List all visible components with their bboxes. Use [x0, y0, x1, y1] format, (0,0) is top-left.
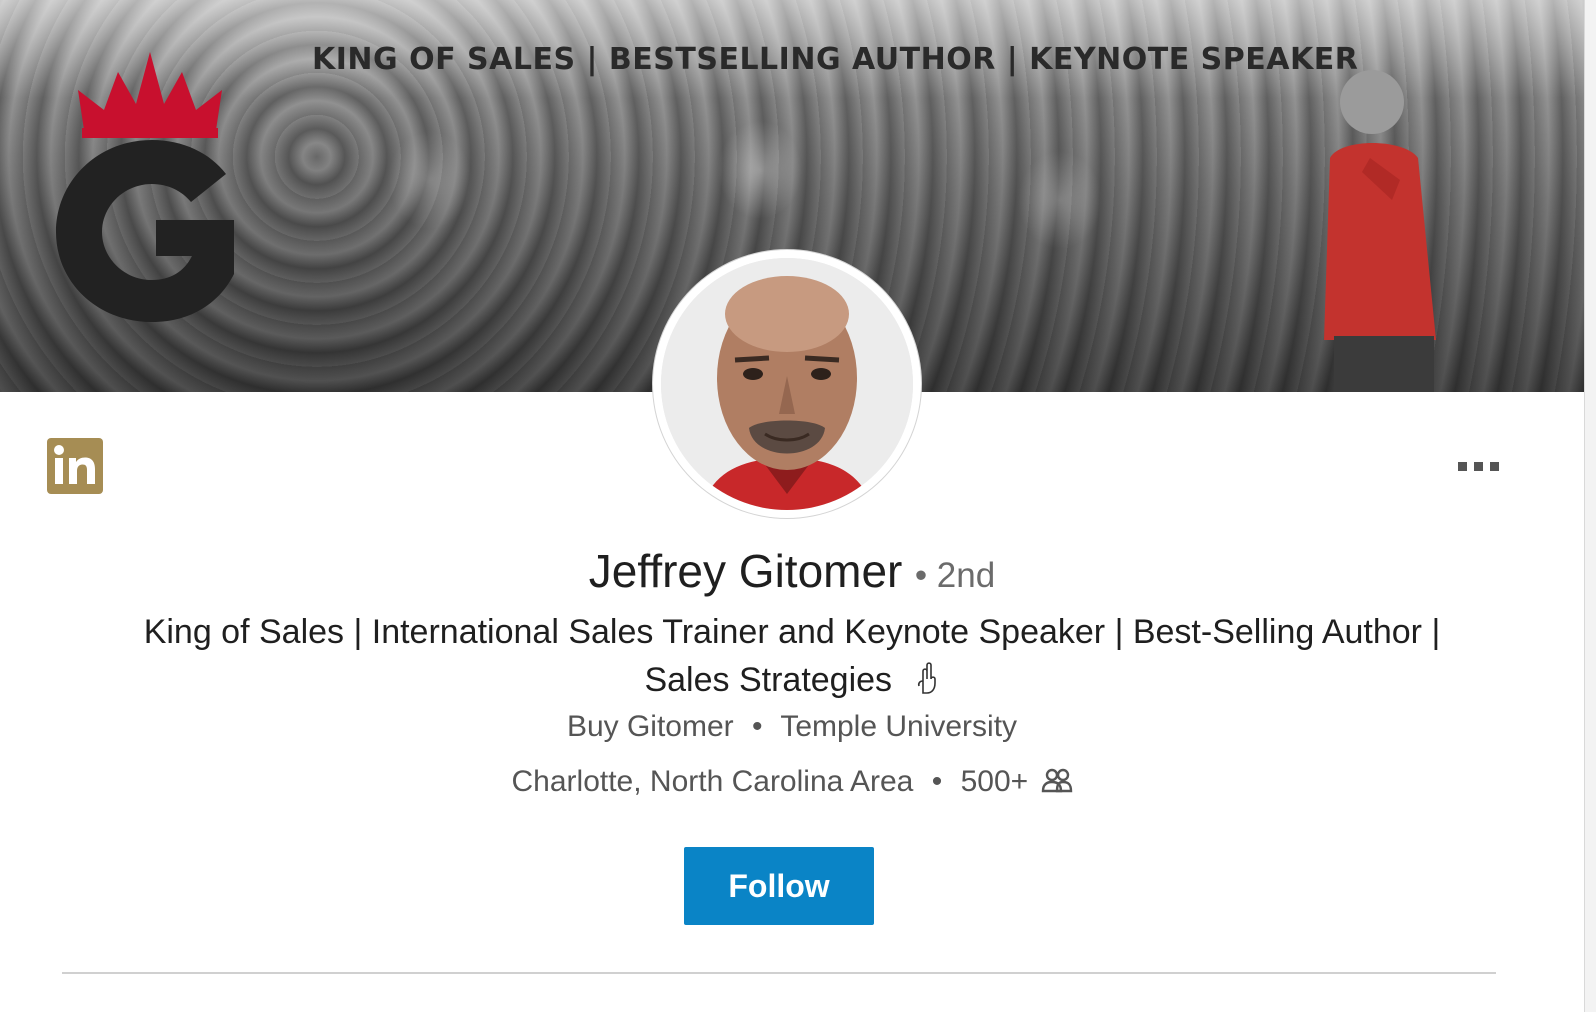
headline-text: King of Sales | International Sales Trai…	[143, 613, 1441, 699]
education[interactable]: Temple University	[780, 710, 1017, 743]
person-portrait	[661, 258, 913, 510]
connection-degree: • 2nd	[914, 556, 996, 595]
connections-count[interactable]: 500+	[961, 765, 1029, 798]
location: Charlotte, North Carolina Area	[511, 765, 914, 798]
avatar	[661, 258, 913, 510]
crowned-g-logo	[56, 52, 234, 322]
banner-tagline: KING OF SALES | BESTSELLING AUTHOR | KEY…	[312, 42, 1359, 77]
dot	[1490, 461, 1499, 471]
name-row: Jeffrey Gitomer • 2nd	[0, 544, 1584, 598]
speaker-figure	[1324, 70, 1436, 392]
dot	[1458, 461, 1467, 471]
location-connections-row: Charlotte, North Carolina Area • 500+	[0, 765, 1584, 799]
linkedin-icon	[47, 438, 103, 494]
current-company[interactable]: Buy Gitomer	[567, 710, 734, 743]
more-options-icon[interactable]	[1458, 458, 1502, 474]
profile-headline: King of Sales | International Sales Trai…	[110, 608, 1474, 704]
bullet-separator: •	[931, 765, 943, 798]
profile-name: Jeffrey Gitomer	[588, 545, 903, 597]
profile-card: KING OF SALES | BESTSELLING AUTHOR | KEY…	[0, 0, 1585, 1012]
people-icon	[1041, 768, 1072, 793]
section-divider	[62, 972, 1496, 974]
profile-photo[interactable]	[653, 250, 921, 518]
bullet-separator: •	[752, 710, 763, 743]
dot	[1474, 461, 1483, 471]
backhand-index-pointing-down-icon	[917, 662, 936, 694]
follow-button[interactable]: Follow	[684, 847, 874, 925]
company-education-row: Buy Gitomer • Temple University	[0, 710, 1584, 744]
